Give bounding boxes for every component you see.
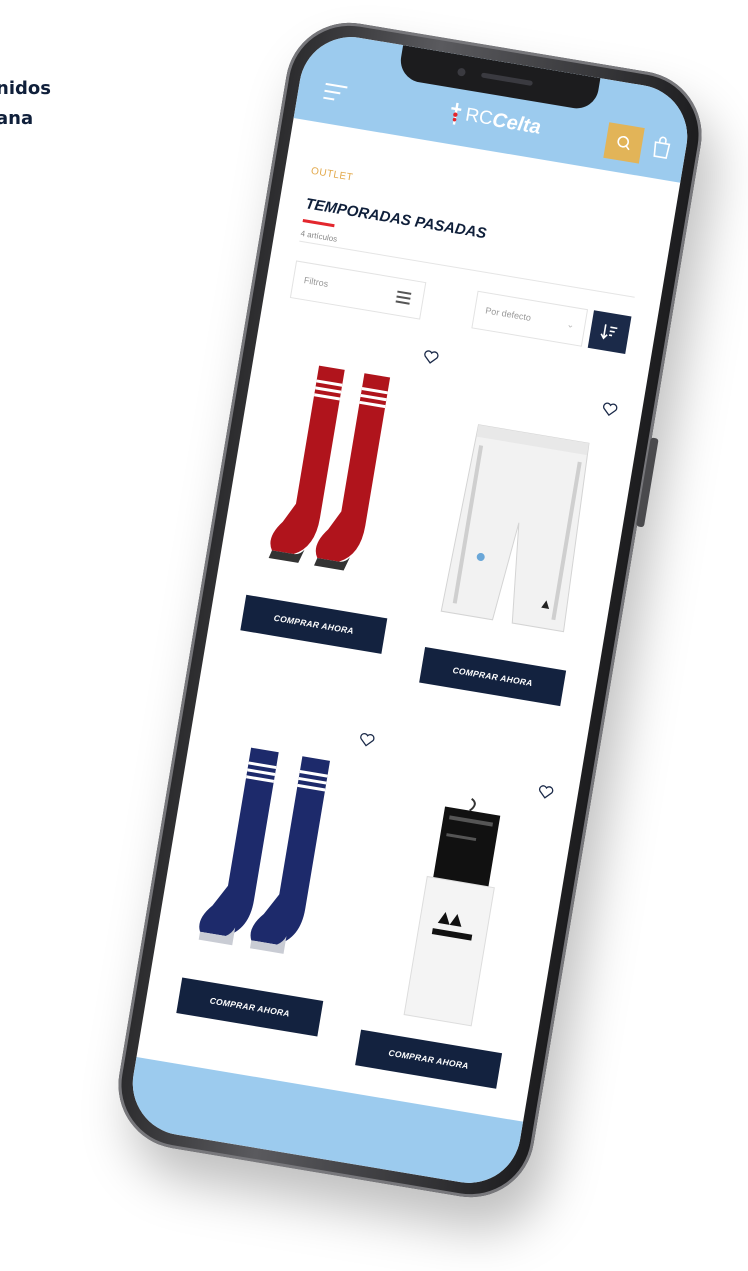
product-card-red-socks[interactable]: COMPRAR AHORA [223,325,444,688]
logo-celta-text: Celta [490,108,543,139]
product-image-red-socks[interactable] [245,350,431,602]
sort-label: Por defecto [484,305,532,323]
product-card-white-shorts[interactable]: COMPRAR AHORA [402,377,623,740]
buy-now-button[interactable]: COMPRAR AHORA [355,1029,503,1089]
product-image-white-shorts[interactable] [424,402,610,654]
side-text: nidos ana [0,78,51,129]
heart-icon[interactable] [358,731,376,747]
heart-icon[interactable] [422,349,440,365]
filter-label: Filtros [303,275,330,289]
shopping-bag-icon[interactable] [650,134,674,161]
sort-order-icon [600,324,618,340]
product-image-white-socks[interactable] [360,784,546,1036]
main-content: OUTLET TEMPORADAS PASADAS 4 artículos Fi… [136,118,680,1122]
product-card-white-socks[interactable]: COMPRAR AHORA [338,759,559,1122]
search-button[interactable] [603,122,645,164]
breadcrumb[interactable]: OUTLET [310,166,354,184]
filter-button[interactable]: Filtros [289,260,427,320]
heart-icon[interactable] [601,401,619,417]
sort-select[interactable]: Por defecto ⌄ [471,290,589,347]
product-card-navy-socks[interactable]: COMPRAR AHORA [159,707,380,1070]
camera-icon [456,67,467,77]
buy-now-button[interactable]: COMPRAR AHORA [419,646,567,707]
title-underline [302,218,335,228]
chevron-down-icon: ⌄ [565,319,576,331]
buy-now-button[interactable]: COMPRAR AHORA [176,977,324,1037]
speaker-icon [480,72,533,86]
phone-mockup: RC Celta OUTLET TEMPORADAS PASADAS 4 art… [108,13,712,1207]
search-icon [617,135,630,151]
heart-icon[interactable] [537,784,555,800]
product-image-navy-socks[interactable] [181,732,367,984]
celta-cross-icon [451,102,462,125]
buy-now-button[interactable]: COMPRAR AHORA [240,594,388,654]
sort-direction-button[interactable] [587,310,632,355]
menu-icon[interactable] [323,82,348,104]
filter-icon [395,290,412,305]
logo-rc-text: RC [463,104,495,130]
rc-celta-logo[interactable]: RC Celta [446,98,543,143]
